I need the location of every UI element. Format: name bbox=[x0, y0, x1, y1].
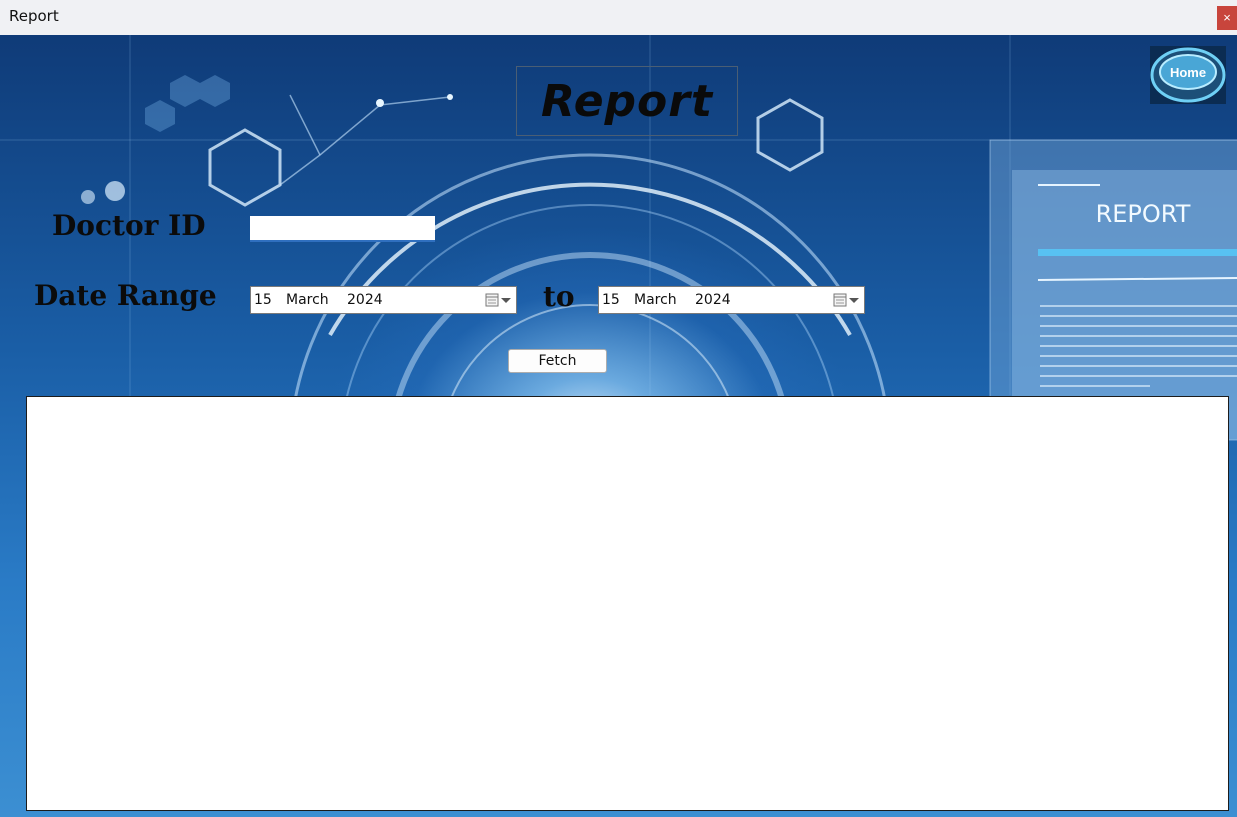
doctor-id-input[interactable] bbox=[250, 216, 435, 242]
title-bar: Report × bbox=[0, 0, 1237, 36]
close-icon: × bbox=[1223, 10, 1231, 25]
home-button[interactable]: Home bbox=[1150, 46, 1226, 104]
page-title: Report bbox=[541, 76, 713, 127]
chevron-down-icon[interactable] bbox=[501, 298, 511, 303]
to-date-picker[interactable]: 15 March 2024 bbox=[598, 286, 865, 314]
from-date-month[interactable]: March bbox=[286, 292, 329, 308]
close-button[interactable]: × bbox=[1217, 6, 1237, 30]
page-title-box: Report bbox=[516, 66, 738, 136]
from-date-picker[interactable]: 15 March 2024 bbox=[250, 286, 517, 314]
home-icon: Home bbox=[1150, 47, 1226, 103]
to-date-day[interactable]: 15 bbox=[602, 292, 620, 308]
report-results-panel bbox=[26, 396, 1229, 811]
window-title: Report bbox=[9, 7, 59, 25]
date-range-label: Date Range bbox=[34, 279, 217, 312]
from-date-year[interactable]: 2024 bbox=[347, 292, 383, 308]
doctor-id-label: Doctor ID bbox=[52, 209, 206, 242]
background-report-text: REPORT bbox=[1096, 200, 1191, 228]
from-date-day[interactable]: 15 bbox=[254, 292, 272, 308]
calendar-icon[interactable] bbox=[485, 293, 499, 307]
home-label: Home bbox=[1170, 65, 1206, 80]
to-label: to bbox=[543, 280, 575, 313]
to-date-month[interactable]: March bbox=[634, 292, 677, 308]
calendar-icon[interactable] bbox=[833, 293, 847, 307]
fetch-button[interactable]: Fetch bbox=[508, 349, 607, 373]
to-date-year[interactable]: 2024 bbox=[695, 292, 731, 308]
chevron-down-icon[interactable] bbox=[849, 298, 859, 303]
